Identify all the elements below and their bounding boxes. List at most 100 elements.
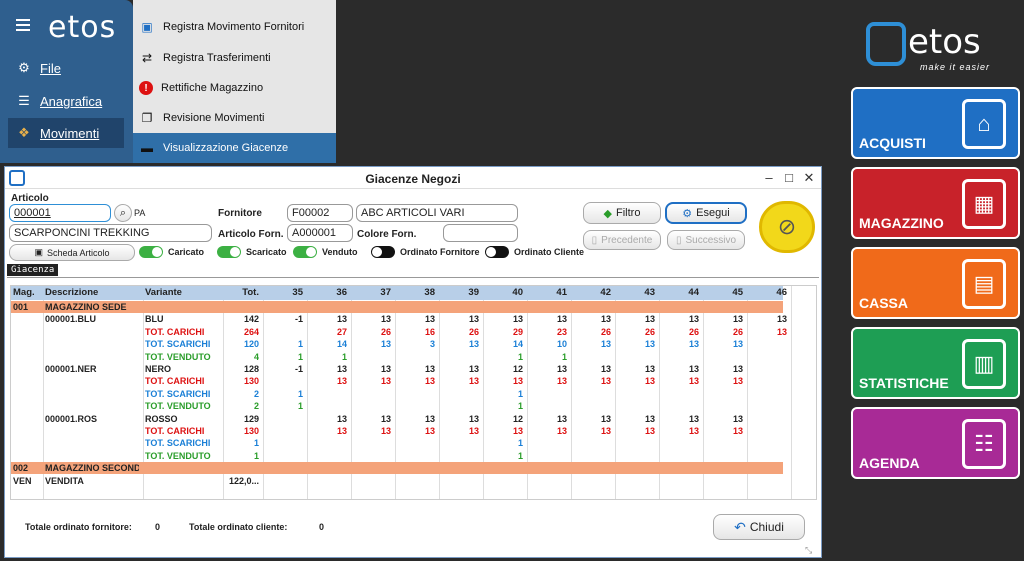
fornitore-code-input[interactable]: F00002 <box>287 204 353 222</box>
table-cell: 13 <box>424 426 435 436</box>
articolo-code-input[interactable]: 000001 <box>9 204 111 222</box>
table-row[interactable]: TOT. CARICHI 264 27 26 16 26 29 23 26 26 26 26 13 <box>11 326 787 338</box>
column-header[interactable]: 38 <box>395 286 435 298</box>
column-header[interactable]: 39 <box>439 286 479 298</box>
toggle-ordinato-fornitore[interactable]: Ordinato Fornitore <box>371 246 480 258</box>
archive-icon: ▬ <box>141 141 153 155</box>
table-cell: MAGAZZINO SEDE <box>45 302 127 312</box>
column-header[interactable]: Variante <box>145 286 219 298</box>
column-header[interactable]: 42 <box>571 286 611 298</box>
close-icon[interactable]: ✕ <box>801 170 817 186</box>
menu-item-rettifiche-magazzino[interactable]: ! Rettifiche Magazzino <box>133 73 336 103</box>
column-header[interactable]: Descrizione <box>45 286 139 298</box>
table-cell <box>351 301 391 313</box>
next-icon: ▯ <box>675 234 682 246</box>
menu-item-registra-trasferimenti[interactable]: ⇄ Registra Trasferimenti <box>133 43 336 73</box>
table-row[interactable]: 000001.NER NERO 128 -1 13 13 13 13 12 13 13 13 13 13 <box>11 363 783 375</box>
toggle-venduto[interactable]: Venduto <box>293 246 358 258</box>
table-cell: 13 <box>556 413 567 424</box>
table-cell <box>13 388 39 400</box>
menu-item-label: Revisione Movimenti <box>163 112 265 124</box>
table-cell: 1 <box>341 351 347 362</box>
articolo-description-input[interactable]: SCARPONCINI TREKKING <box>9 224 212 242</box>
table-row[interactable]: 000001.ROS ROSSO 129 13 13 13 13 12 13 13 13 13 13 <box>11 413 783 425</box>
table-cell <box>145 301 219 313</box>
esegui-button[interactable]: ⚙ Esegui <box>665 202 747 224</box>
colore-forn-input[interactable] <box>443 224 518 242</box>
column-header[interactable]: 43 <box>615 286 655 298</box>
table-cell <box>45 326 139 338</box>
table-row[interactable]: TOT. SCARICHI 2 1 1 <box>11 388 783 400</box>
sidebar-item-anagrafica[interactable]: ☰ Anagrafica <box>0 86 133 116</box>
table-cell <box>571 475 611 487</box>
column-header[interactable]: 36 <box>307 286 347 298</box>
table-row[interactable]: TOT. VENDUTO 4 1 1 1 1 <box>11 351 783 363</box>
table-cell <box>747 462 787 474</box>
table-row[interactable]: 000001.BLU BLU 142 -1 13 13 13 13 13 13 13 13 13 13 13 <box>11 313 787 325</box>
table-cell <box>351 462 391 474</box>
tab-giacenza[interactable]: Giacenza <box>7 264 59 276</box>
table-cell <box>659 437 699 449</box>
tile-agenda[interactable]: ☷ AGENDA <box>851 407 1020 479</box>
table-row[interactable]: TOT. VENDUTO 2 1 1 <box>11 400 783 412</box>
warehouse-group-row[interactable]: 001 MAGAZZINO SEDE <box>11 301 783 313</box>
table-cell <box>703 388 743 400</box>
column-header[interactable]: Tot. <box>223 286 259 298</box>
table-row[interactable]: TOT. CARICHI 130 13 13 13 13 13 13 13 13 13 13 <box>11 375 783 387</box>
scheda-articolo-button[interactable]: ▣ Scheda Articolo <box>9 244 135 261</box>
tile-magazzino[interactable]: ▦ MAGAZZINO <box>851 167 1020 239</box>
toggle-caricato[interactable]: Caricato <box>139 246 204 258</box>
maximize-icon[interactable]: □ <box>781 170 797 186</box>
sidebar-item-file[interactable]: ⚙ File <box>0 53 133 83</box>
toggle-scaricato[interactable]: Scaricato <box>217 246 287 258</box>
table-cell: 130 <box>243 426 259 436</box>
tile-acquisti[interactable]: ⌂ ACQUISTI <box>851 87 1020 159</box>
table-row[interactable]: TOT. CARICHI 130 13 13 13 13 13 13 13 13 13 13 <box>11 425 783 437</box>
articolo-forn-input[interactable]: A000001 <box>287 224 353 242</box>
table-cell <box>395 475 435 487</box>
table-cell <box>527 388 567 400</box>
toggle-ordinato-cliente[interactable]: Ordinato Cliente <box>485 246 584 258</box>
documents-icon: ❐ <box>141 111 153 125</box>
table-cell: 26 <box>644 326 655 337</box>
search-icon[interactable]: ⌕ <box>114 204 132 222</box>
successivo-button[interactable]: ▯ Successivo <box>667 230 745 250</box>
tile-statistiche[interactable]: ▥ STATISTICHE <box>851 327 1020 399</box>
table-cell <box>395 437 435 449</box>
bag-icon: ▣ <box>141 20 153 34</box>
table-row[interactable]: TOT. SCARICHI 120 1 14 13 3 13 14 10 13 13 13 13 <box>11 338 783 350</box>
tile-cassa[interactable]: ▤ CASSA <box>851 247 1020 319</box>
column-header[interactable]: 46 <box>747 286 787 298</box>
resize-grip-icon[interactable]: ⤡ <box>805 545 812 556</box>
table-cell: NERO <box>145 364 172 374</box>
table-row[interactable]: TOT. SCARICHI 1 1 <box>11 437 783 449</box>
column-header[interactable]: 45 <box>703 286 743 298</box>
table-row[interactable]: TOT. VENDUTO 1 1 <box>11 450 783 462</box>
chiudi-button[interactable]: ↶ Chiudi <box>713 514 805 540</box>
button-label: Chiudi <box>749 520 784 534</box>
menu-item-revisione-movimenti[interactable]: ❐ Revisione Movimenti <box>133 103 336 133</box>
menu-item-registra-movimento-fornitori[interactable]: ▣ Registra Movimento Fornitori <box>133 12 336 42</box>
table-cell: 13 <box>600 376 611 387</box>
column-header[interactable]: 35 <box>263 286 303 298</box>
column-header[interactable]: Mag. <box>13 286 39 298</box>
database-icon: ☰ <box>18 93 30 108</box>
hamburger-menu-icon[interactable] <box>16 16 30 34</box>
minimize-icon[interactable]: – <box>761 170 777 186</box>
fornitore-name-input[interactable]: ABC ARTICOLI VARI <box>356 204 518 222</box>
table-cell: 13 <box>424 376 435 387</box>
column-header[interactable]: 37 <box>351 286 391 298</box>
filtro-button[interactable]: ◆ Filtro <box>583 202 661 224</box>
table-cell <box>439 351 479 363</box>
table-row[interactable]: VEN VENDITA 122,0... <box>11 475 783 487</box>
table-cell: 13 <box>732 376 743 387</box>
column-header[interactable]: 41 <box>527 286 567 298</box>
table-cell: 13 <box>688 426 699 436</box>
menu-item-visualizzazione-giacenze[interactable]: ▬ Visualizzazione Giacenze <box>133 133 336 163</box>
warehouse-group-row[interactable]: 002 MAGAZZINO SECOND... <box>11 462 783 475</box>
camera-off-icon[interactable]: ⊘ <box>759 201 815 253</box>
precedente-button[interactable]: ▯ Precedente <box>583 230 661 250</box>
sidebar-item-movimenti[interactable]: ❖ Movimenti <box>8 118 124 148</box>
column-header[interactable]: 44 <box>659 286 699 298</box>
column-header[interactable]: 40 <box>483 286 523 298</box>
